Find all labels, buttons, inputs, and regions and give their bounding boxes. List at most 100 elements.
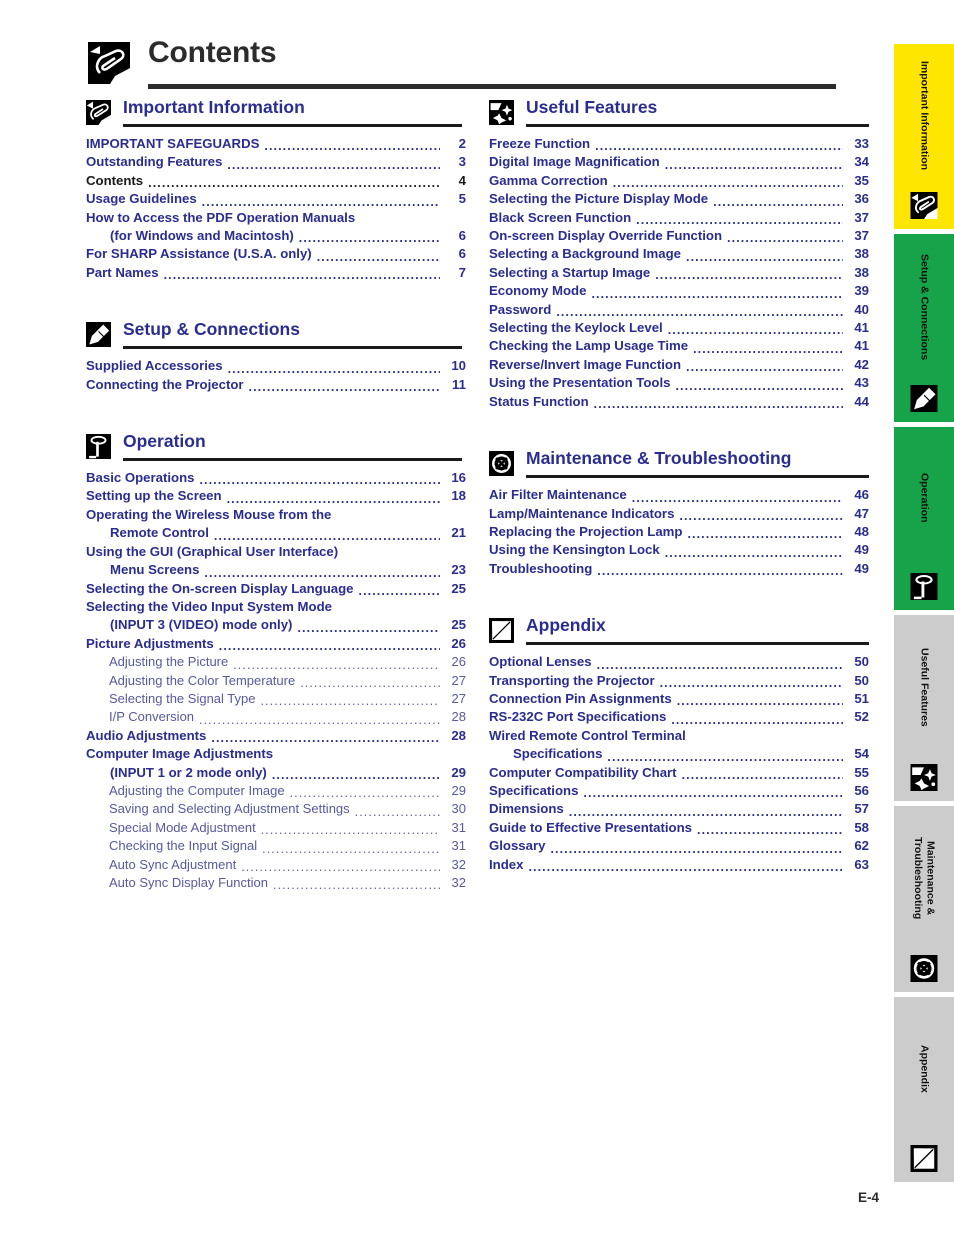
toc-entry[interactable]: Special Mode Adjustment.................… [86, 819, 466, 837]
toc-section-header[interactable]: Operation [86, 431, 466, 466]
toc-entry[interactable]: Gamma Correction........................… [489, 172, 869, 190]
toc-entry[interactable]: Guide to Effective Presentations........… [489, 819, 869, 837]
toc-entry-page-number: 41 [854, 320, 869, 336]
toc-entry[interactable]: Wired Remote Control Terminal...........… [489, 727, 869, 745]
toc-section-header[interactable]: Appendix [489, 615, 869, 650]
toc-entry[interactable]: Using the GUI (Graphical User Interface)… [86, 543, 466, 561]
toc-entry[interactable]: Operating the Wireless Mouse from the...… [86, 506, 466, 524]
toc-entry[interactable]: Lamp/Maintenance Indicators.............… [489, 505, 869, 523]
toc-leader-dots: ........................................… [264, 139, 440, 153]
toc-entry[interactable]: Replacing the Projection Lamp...........… [489, 523, 869, 541]
toc-leader-dots: ........................................… [354, 804, 440, 818]
toc-entry[interactable]: Checking the Lamp Usage Time............… [489, 337, 869, 355]
toc-entry[interactable]: Adjusting the Picture...................… [86, 653, 466, 671]
toc-entry[interactable]: Freeze Function.........................… [489, 135, 869, 153]
toc-entry-label: Air Filter Maintenance [489, 487, 627, 503]
toc-entry[interactable]: IMPORTANT SAFEGUARDS....................… [86, 135, 466, 153]
side-tab-setup-and-connections[interactable]: Setup & Connections [894, 234, 954, 422]
toc-entry[interactable]: Dimensions..............................… [489, 800, 869, 818]
toc-entry-label: Usage Guidelines [86, 191, 197, 207]
toc-entry[interactable]: Remote Control..........................… [86, 524, 466, 542]
side-tab-appendix[interactable]: Appendix [894, 997, 954, 1182]
toc-entry[interactable]: Selecting the Keylock Level.............… [489, 319, 869, 337]
toc-leader-dots: ........................................… [687, 527, 843, 541]
toc-section-divider [123, 458, 462, 462]
toc-entry-label: Checking the Input Signal [109, 838, 258, 854]
toc-entry[interactable]: Status Function.........................… [489, 393, 869, 411]
toc-entry[interactable]: Using the Kensington Lock...............… [489, 541, 869, 559]
toc-entry[interactable]: On-screen Display Override Function.....… [489, 227, 869, 245]
toc-entry[interactable]: Reverse/Invert Image Function...........… [489, 356, 869, 374]
side-tab-important-information[interactable]: Important Information [894, 44, 954, 229]
toc-entry[interactable]: Transporting the Projector..............… [489, 672, 869, 690]
toc-entry[interactable]: Black Screen Function...................… [489, 209, 869, 227]
toc-leader-dots: ........................................… [659, 675, 843, 689]
toc-entry[interactable]: Selecting the Picture Display Mode......… [489, 190, 869, 208]
toc-entry[interactable]: Adjusting the Computer Image............… [86, 782, 466, 800]
toc-entry[interactable]: Selecting a Background Image............… [489, 245, 869, 263]
toc-entry[interactable]: Index...................................… [489, 856, 869, 874]
toc-entry[interactable]: Usage Guidelines........................… [86, 190, 466, 208]
toc-entry[interactable]: RS-232C Port Specifications.............… [489, 708, 869, 726]
side-tab-label-text: Setup & Connections [918, 253, 931, 361]
side-tab-useful-features[interactable]: Useful Features [894, 615, 954, 801]
toc-entry[interactable]: Selecting the Signal Type...............… [86, 690, 466, 708]
toc-entry-page-number: 27 [451, 690, 466, 706]
toc-entry[interactable]: Picture Adjustments.....................… [86, 635, 466, 653]
toc-entry[interactable]: Auto Sync Adjustment....................… [86, 856, 466, 874]
toc-entry[interactable]: Selecting the On-screen Display Language… [86, 580, 466, 598]
toc-entry[interactable]: Computer Image Adjustments..............… [86, 745, 466, 763]
toc-entry[interactable]: Auto Sync Display Function..............… [86, 874, 466, 892]
toc-entry[interactable]: Menu Screens............................… [86, 561, 466, 579]
toc-entry[interactable]: Contents................................… [86, 172, 466, 190]
toc-entry[interactable]: Password................................… [489, 301, 869, 319]
toc-entry[interactable]: Troubleshooting.........................… [489, 560, 869, 578]
toc-entry[interactable]: (INPUT 3 (VIDEO) mode only).............… [86, 616, 466, 634]
toc-entry[interactable]: (for Windows and Macintosh).............… [86, 227, 466, 245]
toc-entry[interactable]: (INPUT 1 or 2 mode only)................… [86, 764, 466, 782]
toc-leader-dots: ........................................… [227, 157, 440, 171]
toc-entry[interactable]: Adjusting the Color Temperature.........… [86, 672, 466, 690]
toc-entry[interactable]: Connection Pin Assignments..............… [489, 690, 869, 708]
side-tab-label-text: Maintenance & Troubleshooting [912, 836, 937, 920]
toc-section-title: Operation [123, 431, 206, 452]
toc-entry[interactable]: Outstanding Features....................… [86, 153, 466, 171]
toc-entry[interactable]: Selecting a Startup Image...............… [489, 264, 869, 282]
toc-entry-page-number: 28 [451, 727, 466, 743]
toc-entry[interactable]: Specifications..........................… [489, 782, 869, 800]
toc-entry-list: Freeze Function.........................… [489, 135, 869, 411]
toc-entry-label: Specifications [489, 782, 579, 798]
toc-entry[interactable]: Setting up the Screen...................… [86, 487, 466, 505]
toc-entry[interactable]: Audio Adjustments.......................… [86, 727, 466, 745]
toc-section-header[interactable]: Setup & Connections [86, 319, 466, 354]
toc-entry[interactable]: Glossary................................… [489, 837, 869, 855]
toc-entry[interactable]: How to Access the PDF Operation Manuals.… [86, 209, 466, 227]
toc-entry[interactable]: Basic Operations........................… [86, 469, 466, 487]
toc-column-right: Useful Features Freeze Function..........… [489, 97, 869, 912]
toc-entry-list: Supplied Accessories....................… [86, 357, 466, 394]
toc-entry[interactable]: Computer Compatibility Chart............… [489, 764, 869, 782]
toc-entry[interactable]: Connecting the Projector................… [86, 376, 466, 394]
toc-entry[interactable]: Optional Lenses.........................… [489, 653, 869, 671]
toc-entry[interactable]: Supplied Accessories....................… [86, 357, 466, 375]
toc-entry[interactable]: Digital Image Magnification.............… [489, 153, 869, 171]
toc-section-header[interactable]: Important Information [86, 97, 466, 132]
toc-section-header[interactable]: Useful Features [489, 97, 869, 132]
toc-entry[interactable]: Specifications..........................… [489, 745, 869, 763]
toc-entry[interactable]: Economy Mode............................… [489, 282, 869, 300]
toc-section-important-information: Important Information IMPORTANT SAFEGUARD… [86, 97, 466, 318]
toc-entry-label: Gamma Correction [489, 172, 608, 188]
toc-entry[interactable]: Selecting the Video Input System Mode...… [86, 598, 466, 616]
toc-entry[interactable]: For SHARP Assistance (U.S.A. only)......… [86, 245, 466, 263]
side-tab-operation[interactable]: Operation [894, 427, 954, 610]
side-tab-maintenance-and-troubleshooting[interactable]: Maintenance & Troubleshooting [894, 806, 954, 992]
toc-section-header[interactable]: Maintenance & Troubleshooting [489, 448, 869, 483]
toc-entry[interactable]: Part Names..............................… [86, 264, 466, 282]
toc-entry[interactable]: Air Filter Maintenance..................… [489, 486, 869, 504]
toc-leader-dots: ........................................… [612, 176, 843, 190]
toc-entry[interactable]: Using the Presentation Tools............… [489, 374, 869, 392]
toc-entry[interactable]: Saving and Selecting Adjustment Settings… [86, 800, 466, 818]
toc-entry-label: Using the Presentation Tools [489, 375, 671, 391]
toc-entry[interactable]: Checking the Input Signal...............… [86, 837, 466, 855]
toc-entry[interactable]: I/P Conversion..........................… [86, 708, 466, 726]
